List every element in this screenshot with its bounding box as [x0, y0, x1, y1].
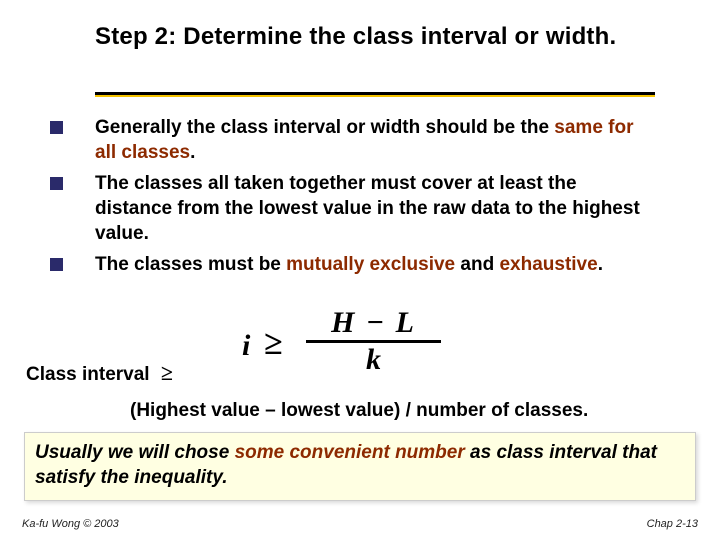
- bullet-mid: and: [455, 254, 499, 275]
- title-underline: [95, 92, 655, 97]
- square-bullet-icon: [50, 121, 63, 134]
- bullet-pre: The classes must be: [95, 254, 286, 275]
- note-text: Usually we will chose some convenient nu…: [35, 441, 685, 490]
- formula-fraction: H − L k: [306, 307, 441, 376]
- bullet-text: The classes all taken together must cove…: [95, 171, 655, 246]
- list-item: The classes must be mutually exclusive a…: [50, 252, 655, 277]
- formula: i ≥ H − L k: [242, 307, 462, 377]
- class-interval-op: ≥: [155, 360, 173, 385]
- square-bullet-icon: [50, 258, 63, 271]
- slide: Step 2: Determine the class interval or …: [0, 0, 720, 540]
- footer-right: Chap 2-13: [647, 518, 698, 530]
- list-item: The classes all taken together must cove…: [50, 171, 655, 246]
- formula-op: ≥: [264, 325, 283, 363]
- note-emph: some convenient number: [235, 442, 465, 463]
- bullet-emph: mutually exclusive: [286, 254, 455, 275]
- footer-left: Ka-fu Wong © 2003: [22, 518, 119, 530]
- formula-numerator: H − L: [306, 307, 441, 339]
- bullet-post: .: [598, 254, 603, 275]
- formula-words: (Highest value – lowest value) / number …: [130, 400, 700, 422]
- class-interval-label: Class interval: [26, 364, 150, 385]
- bullet-emph2: exhaustive: [499, 254, 597, 275]
- slide-title: Step 2: Determine the class interval or …: [95, 22, 655, 52]
- bullet-post: .: [190, 142, 195, 163]
- bullet-list: Generally the class interval or width sh…: [50, 115, 655, 283]
- note-pre: Usually we will chose: [35, 442, 235, 463]
- square-bullet-icon: [50, 177, 63, 190]
- formula-denominator: k: [306, 344, 441, 376]
- bullet-pre: The classes all taken together must cove…: [95, 173, 640, 244]
- formula-lhs: i: [242, 329, 250, 363]
- list-item: Generally the class interval or width sh…: [50, 115, 655, 165]
- note-box: Usually we will chose some convenient nu…: [24, 432, 696, 501]
- bullet-text: The classes must be mutually exclusive a…: [95, 252, 655, 277]
- bullet-text: Generally the class interval or width sh…: [95, 115, 655, 165]
- class-interval-line: Class interval ≥: [26, 360, 173, 386]
- underline-yellow: [95, 95, 655, 97]
- bullet-pre: Generally the class interval or width sh…: [95, 117, 554, 138]
